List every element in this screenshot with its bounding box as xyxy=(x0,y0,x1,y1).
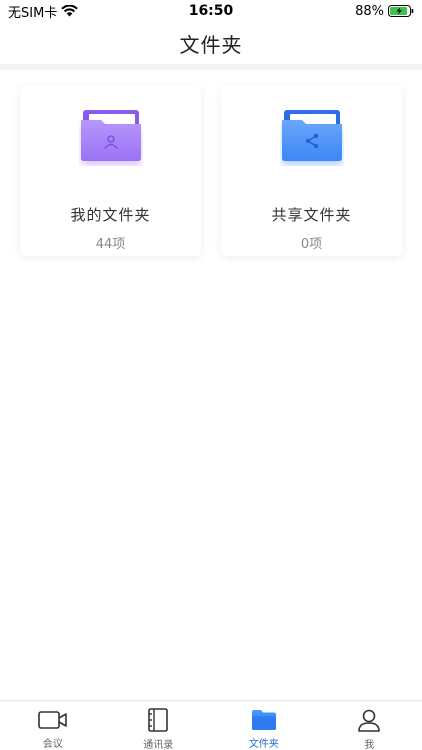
shared-folder-card[interactable]: 共享文件夹 0项 xyxy=(221,86,402,256)
tab-label: 我 xyxy=(364,740,375,750)
carrier-label: 无SIM卡 xyxy=(8,5,58,21)
folder-name: 我的文件夹 xyxy=(70,206,151,224)
header-divider xyxy=(0,64,422,70)
tab-contacts[interactable]: 通讯录 xyxy=(106,701,212,750)
page-title: 文件夹 xyxy=(179,32,243,57)
wifi-icon xyxy=(61,5,79,17)
tab-label: 通讯录 xyxy=(143,740,174,750)
shared-folder-icon xyxy=(280,108,344,166)
folder-item-count: 0项 xyxy=(300,237,323,252)
nav-header: 文件夹 xyxy=(0,22,422,64)
video-camera-icon xyxy=(37,708,68,731)
folder-item-count: 44项 xyxy=(95,237,126,252)
folder-name: 共享文件夹 xyxy=(271,206,352,224)
personal-folder-card[interactable]: 我的文件夹 44项 xyxy=(20,86,201,256)
contacts-book-icon xyxy=(143,708,173,732)
battery-percentage: 88% xyxy=(355,3,384,19)
tab-me[interactable]: 我 xyxy=(317,701,422,750)
battery-charging-icon xyxy=(388,5,414,17)
folder-icon xyxy=(249,708,279,731)
folder-grid: 我的文件夹 44项 共享文件夹 0项 xyxy=(20,86,402,256)
personal-folder-icon xyxy=(79,108,143,166)
tab-folders[interactable]: 文件夹 xyxy=(211,701,317,750)
tab-label: 会议 xyxy=(42,739,63,750)
tab-meetings[interactable]: 会议 xyxy=(0,701,106,750)
person-icon xyxy=(354,708,384,732)
tab-label: 文件夹 xyxy=(248,739,279,750)
status-right: 88% xyxy=(355,4,414,19)
status-bar: 无SIM卡 16:50 88% xyxy=(0,0,422,22)
status-left: 无SIM卡 xyxy=(8,2,79,21)
tab-bar: 会议 通讯录 文件夹 我 xyxy=(0,700,422,750)
